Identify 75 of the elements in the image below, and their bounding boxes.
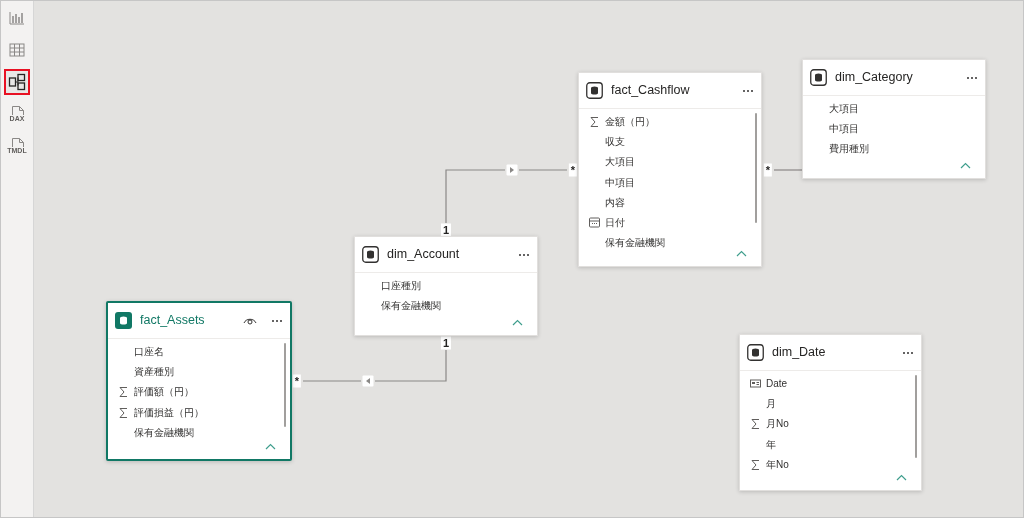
field-name[interactable]: 中項目 [829, 120, 859, 136]
bar-chart-icon [8, 9, 26, 27]
sigma-icon [118, 406, 129, 418]
database-icon [810, 69, 827, 86]
cardinality-label: * [568, 163, 578, 177]
calendar-icon [589, 217, 600, 229]
field-name[interactable]: 月No [766, 416, 789, 432]
relationship-line[interactable] [374, 349, 447, 382]
field-name[interactable]: 年 [766, 436, 776, 452]
scrollbar[interactable] [284, 343, 286, 427]
cardinality-label: 1 [440, 223, 452, 237]
relationship-line[interactable] [773, 169, 803, 171]
table-name: dim_Category [835, 69, 914, 87]
more-options-icon [966, 75, 978, 80]
relationship-line[interactable] [302, 380, 362, 382]
more-options-icon [902, 350, 914, 355]
field-name[interactable]: 大項目 [829, 100, 859, 116]
document-icon [12, 106, 24, 116]
table-card[interactable]: dim_Category 大項目 中項目 費用種別 [802, 59, 986, 179]
document-icon [12, 138, 24, 148]
collapse-icon[interactable] [736, 250, 747, 257]
field-name[interactable]: 評価損益（円） [134, 404, 204, 420]
diagram-icon [8, 73, 26, 91]
more-options-icon [742, 88, 754, 93]
collapse-icon[interactable] [896, 474, 907, 481]
table-name: fact_Cashflow [611, 82, 691, 100]
table-name: dim_Date [772, 344, 827, 362]
field-name[interactable]: 資産種別 [134, 363, 174, 379]
field-name[interactable]: 月 [766, 395, 776, 411]
field-name[interactable]: 費用種別 [829, 141, 869, 157]
database-icon [115, 312, 132, 329]
field-name[interactable]: Date [766, 375, 788, 391]
scrollbar[interactable] [755, 113, 757, 223]
field-name[interactable]: 口座名 [134, 343, 164, 359]
sidebar-model-button[interactable] [4, 69, 30, 95]
sigma-icon [118, 386, 129, 398]
cardinality-label: * [292, 374, 302, 388]
field-name[interactable]: 内容 [605, 194, 625, 210]
table-name: fact_Assets [140, 312, 206, 330]
grid-icon [8, 41, 26, 59]
id-card-icon [750, 377, 761, 389]
sigma-icon [750, 418, 761, 430]
field-name[interactable]: 中項目 [605, 174, 635, 190]
table-card[interactable]: fact_Assets 口座名 資産種別 評価額（円） 評価損益（円） 保有金融機関 [106, 301, 292, 461]
table-card[interactable]: dim_Date Date 月 月No 年 年No [739, 334, 922, 491]
more-options-icon [271, 318, 283, 323]
table-card[interactable]: dim_Account 口座種別 保有金融機関 [354, 236, 538, 336]
table-name: dim_Account [387, 246, 461, 264]
cardinality-label: * [763, 163, 773, 177]
sigma-icon [589, 115, 600, 127]
field-name[interactable]: 日付 [605, 215, 625, 231]
collapse-icon[interactable] [265, 443, 276, 450]
collapse-icon[interactable] [512, 319, 523, 326]
collapse-icon[interactable] [960, 162, 971, 169]
database-icon [362, 246, 379, 263]
database-icon [747, 344, 764, 361]
sigma-icon [750, 458, 761, 470]
relationship-line[interactable] [518, 169, 568, 171]
filter-direction-icon [362, 375, 374, 387]
field-name[interactable]: 収支 [605, 133, 625, 149]
cardinality-label: 1 [440, 336, 452, 350]
field-name[interactable]: 金額（円） [605, 113, 655, 129]
field-name[interactable]: 年No [766, 456, 789, 472]
more-options-icon [518, 252, 530, 257]
field-name[interactable]: 口座種別 [381, 277, 421, 293]
scrollbar[interactable] [915, 375, 917, 459]
field-name[interactable]: 保有金融機関 [134, 424, 194, 440]
field-name[interactable]: 保有金融機関 [381, 297, 441, 313]
field-name[interactable]: 保有金融機関 [605, 235, 665, 251]
database-icon [586, 82, 603, 99]
table-card[interactable]: fact_Cashflow 金額（円） 収支 大項目 中項目 内容 日付 保有金融機関 [578, 72, 762, 267]
filter-direction-icon [506, 164, 518, 176]
field-name[interactable]: 大項目 [605, 154, 635, 170]
relationship-line[interactable] [445, 169, 506, 224]
field-name[interactable]: 評価額（円） [134, 384, 194, 400]
